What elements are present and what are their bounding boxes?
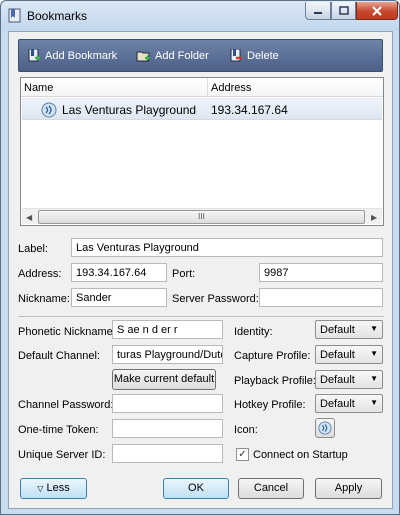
toolbar: Add Bookmark Add Folder Delete (18, 39, 383, 72)
capture-profile-value: Default (320, 349, 355, 361)
scrollbar-thumb[interactable]: III (38, 210, 365, 224)
capture-profile-select[interactable]: Default ▼ (315, 345, 383, 364)
make-current-default-button[interactable]: Make current default (112, 369, 216, 390)
address-field[interactable]: 193.34.167.64 (71, 263, 167, 282)
bookmark-name: Las Venturas Playground (62, 103, 197, 117)
apply-button[interactable]: Apply (315, 478, 382, 499)
default-channel-field[interactable]: turas Playground/Dutch (112, 345, 223, 364)
add-bookmark-icon (28, 49, 40, 62)
column-separator[interactable] (207, 78, 208, 96)
maximize-button[interactable] (331, 2, 356, 20)
bookmark-list[interactable]: Name Address Las Venturas Playground 193… (20, 77, 384, 226)
unique-server-id-label: Unique Server ID: (18, 449, 106, 461)
hotkey-profile-select[interactable]: Default ▼ (315, 394, 383, 413)
identity-label: Identity: (234, 326, 273, 338)
delete-label: Delete (247, 50, 279, 62)
one-time-token-field[interactable] (112, 419, 223, 438)
maximize-icon (338, 6, 349, 15)
port-label: Port: (172, 268, 196, 280)
scroll-right-icon[interactable]: ▶ (371, 213, 377, 222)
close-button[interactable] (356, 2, 398, 20)
horizontal-scrollbar[interactable]: ◀ III ▶ (22, 208, 382, 224)
connect-on-startup-checkbox[interactable]: ✓ (236, 448, 249, 461)
chevron-down-icon: ▼ (370, 398, 378, 407)
minimize-button[interactable] (305, 2, 331, 20)
column-header-address[interactable]: Address (211, 82, 251, 94)
label-label: Label: (18, 243, 48, 255)
add-bookmark-label: Add Bookmark (45, 50, 118, 62)
nickname-label: Nickname: (18, 293, 70, 305)
add-folder-button[interactable]: Add Folder (136, 49, 209, 63)
playback-profile-label: Playback Profile: (234, 375, 316, 387)
section-divider (18, 316, 384, 317)
address-label: Address: (18, 268, 62, 280)
less-label: Less (46, 482, 70, 494)
icon-label: Icon: (234, 424, 258, 436)
ok-button[interactable]: OK (163, 478, 229, 499)
column-header-name[interactable]: Name (24, 82, 53, 94)
icon-picker-button[interactable] (315, 418, 335, 438)
add-folder-label: Add Folder (155, 50, 209, 62)
identity-select[interactable]: Default ▼ (315, 320, 383, 339)
add-bookmark-button[interactable]: Add Bookmark (27, 49, 117, 63)
chevron-down-icon: ▼ (370, 374, 378, 383)
close-icon (372, 5, 382, 16)
chevron-down-icon: ▼ (370, 324, 378, 333)
title-bar[interactable]: Bookmarks (1, 1, 399, 31)
delete-button[interactable]: Delete (229, 49, 279, 63)
dialog-client: Add Bookmark Add Folder Delete Name Addr… (8, 31, 393, 509)
cancel-button[interactable]: Cancel (238, 478, 304, 499)
playback-profile-value: Default (320, 374, 355, 386)
server-password-label: Server Password: (172, 293, 259, 305)
identity-value: Default (320, 324, 355, 336)
server-icon (318, 421, 332, 435)
list-header: Name Address (21, 78, 383, 97)
default-channel-label: Default Channel: (18, 350, 100, 362)
add-folder-icon (136, 51, 150, 62)
playback-profile-select[interactable]: Default ▼ (315, 370, 383, 389)
server-icon (41, 102, 57, 118)
unique-server-id-field[interactable] (112, 444, 223, 463)
phonetic-nickname-label: Phonetic Nickname: (18, 326, 116, 338)
server-password-field[interactable] (259, 288, 383, 307)
phonetic-nickname-field[interactable]: S ae n d er r (112, 320, 223, 339)
one-time-token-label: One-time Token: (18, 424, 99, 436)
label-field[interactable]: Las Venturas Playground (71, 238, 383, 257)
port-field[interactable]: 9987 (259, 263, 383, 282)
chevron-up-icon: ▽ (37, 484, 44, 493)
hotkey-profile-label: Hotkey Profile: (234, 399, 306, 411)
nickname-field[interactable]: Sander (71, 288, 167, 307)
connect-on-startup-label[interactable]: Connect on Startup (253, 449, 348, 461)
chevron-down-icon: ▼ (370, 349, 378, 358)
window-title: Bookmarks (27, 9, 88, 23)
channel-password-label: Channel Password: (18, 399, 114, 411)
bookmark-icon (8, 8, 21, 23)
channel-password-field[interactable] (112, 394, 223, 413)
scroll-left-icon[interactable]: ◀ (26, 213, 32, 222)
hotkey-profile-value: Default (320, 398, 355, 410)
capture-profile-label: Capture Profile: (234, 350, 311, 362)
less-button[interactable]: ▽ Less (20, 478, 87, 499)
minimize-icon (314, 11, 322, 14)
bookmarks-window: Bookmarks Add Bookmark Add Folder Delete… (0, 0, 400, 515)
delete-icon (230, 49, 242, 62)
bookmark-address: 193.34.167.64 (211, 103, 288, 117)
list-item[interactable]: Las Venturas Playground 193.34.167.64 (22, 98, 382, 120)
